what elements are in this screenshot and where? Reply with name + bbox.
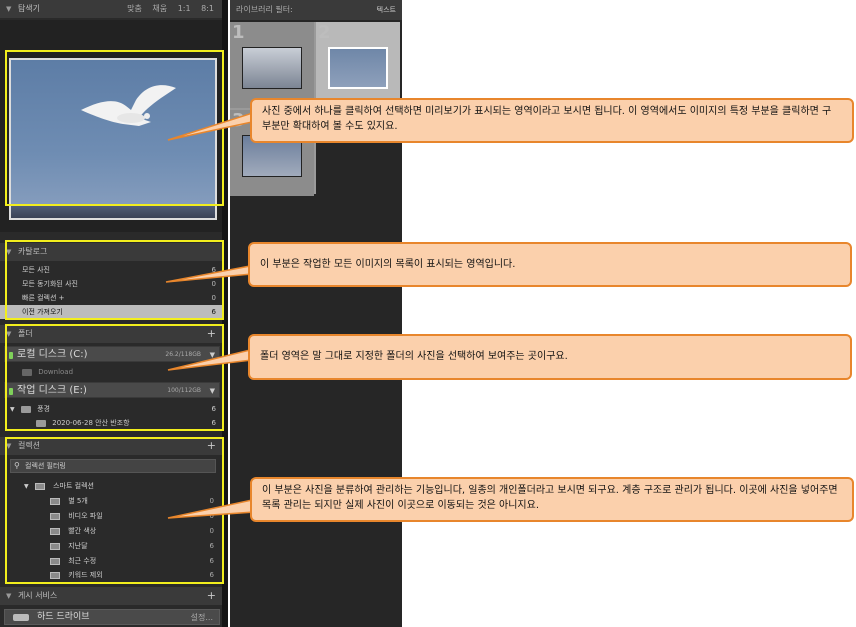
- catalog-callout-text: 이 부분은 작업한 모든 이미지의 목록이 표시되는 영역입니다.: [260, 259, 516, 270]
- folder-callout-pointer: [167, 349, 253, 371]
- preview-callout-text: 사진 중에서 하나를 클릭하여 선택하면 미리보기가 표시되는 영역이라고 보시…: [262, 106, 832, 132]
- preview-callout-pointer: [167, 108, 265, 141]
- catalog-callout: 이 부분은 작업한 모든 이미지의 목록이 표시되는 영역입니다.: [248, 242, 852, 287]
- lightroom-library-window: ▼ 탐색기 맞춤 채움 1:1 8:1 ▼ 카탈로그 모든 사진 6 모든 동기…: [0, 0, 856, 627]
- collection-callout-text: 이 부분은 사진을 분류하여 관리하는 기능입니다, 일종의 개인폴더라고 보시…: [262, 485, 838, 511]
- callout-pointers: [165, 108, 265, 519]
- catalog-callout-pointer: [165, 265, 253, 283]
- collection-callout: 이 부분은 사진을 분류하여 관리하는 기능입니다, 일종의 개인폴더라고 보시…: [250, 477, 854, 522]
- preview-callout: 사진 중에서 하나를 클릭하여 선택하면 미리보기가 표시되는 영역이라고 보시…: [250, 98, 854, 143]
- folder-callout: 폴더 영역은 말 그대로 지정한 폴더의 사진을 선택하여 보여주는 곳이구요.: [248, 334, 852, 380]
- folder-callout-text: 폴더 영역은 말 그대로 지정한 폴더의 사진을 선택하여 보여주는 곳이구요.: [260, 351, 568, 362]
- collection-callout-pointer: [167, 499, 255, 519]
